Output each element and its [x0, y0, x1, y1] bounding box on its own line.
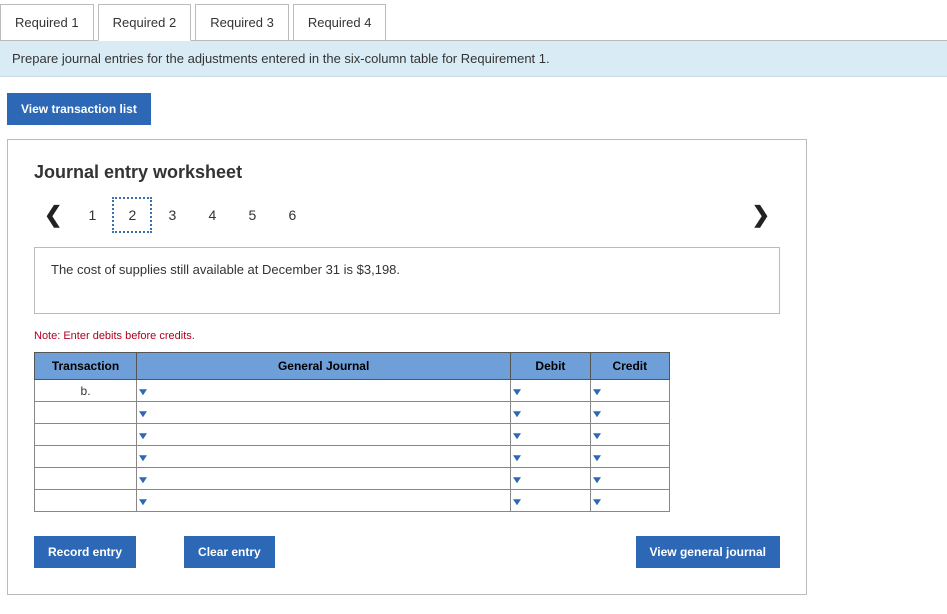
- cell-debit[interactable]: [511, 380, 590, 402]
- cell-credit[interactable]: [590, 446, 669, 468]
- pager-item-5[interactable]: 5: [232, 199, 272, 231]
- pager-item-4[interactable]: 4: [192, 199, 232, 231]
- view-transaction-list-button[interactable]: View transaction list: [7, 93, 151, 125]
- tab-required-1[interactable]: Required 1: [0, 4, 94, 40]
- cell-general-journal[interactable]: [137, 468, 511, 490]
- th-credit: Credit: [590, 353, 669, 380]
- chevron-right-icon[interactable]: ❯: [742, 202, 780, 228]
- table-row: b.: [35, 380, 670, 402]
- note-text: Note: Enter debits before credits.: [34, 330, 780, 342]
- cell-debit[interactable]: [511, 468, 590, 490]
- cell-general-journal[interactable]: [137, 490, 511, 512]
- table-row: [35, 446, 670, 468]
- record-entry-button[interactable]: Record entry: [34, 536, 136, 568]
- view-general-journal-button[interactable]: View general journal: [636, 536, 780, 568]
- cell-general-journal[interactable]: [137, 424, 511, 446]
- th-debit: Debit: [511, 353, 590, 380]
- pager-item-3[interactable]: 3: [152, 199, 192, 231]
- cell-credit[interactable]: [590, 490, 669, 512]
- bottom-button-row: Record entry Clear entry View general jo…: [34, 536, 780, 568]
- cell-transaction[interactable]: [35, 468, 137, 490]
- cell-general-journal[interactable]: [137, 380, 511, 402]
- cell-debit[interactable]: [511, 424, 590, 446]
- tab-required-2[interactable]: Required 2: [98, 4, 192, 41]
- table-row: [35, 468, 670, 490]
- journal-worksheet-panel: Journal entry worksheet ❮ 1 2 3 4 5 6 ❯ …: [7, 139, 807, 595]
- cell-credit[interactable]: [590, 468, 669, 490]
- th-general-journal: General Journal: [137, 353, 511, 380]
- table-row: [35, 490, 670, 512]
- table-row: [35, 402, 670, 424]
- pager-item-1[interactable]: 1: [72, 199, 112, 231]
- worksheet-title: Journal entry worksheet: [34, 162, 780, 183]
- th-transaction: Transaction: [35, 353, 137, 380]
- entry-description: The cost of supplies still available at …: [34, 247, 780, 314]
- cell-transaction[interactable]: b.: [35, 380, 137, 402]
- cell-transaction[interactable]: [35, 490, 137, 512]
- tab-required-4[interactable]: Required 4: [293, 4, 387, 40]
- cell-general-journal[interactable]: [137, 402, 511, 424]
- tab-required-3[interactable]: Required 3: [195, 4, 289, 40]
- cell-credit[interactable]: [590, 380, 669, 402]
- cell-general-journal[interactable]: [137, 446, 511, 468]
- chevron-left-icon[interactable]: ❮: [34, 202, 72, 228]
- cell-transaction[interactable]: [35, 402, 137, 424]
- clear-entry-button[interactable]: Clear entry: [184, 536, 275, 568]
- cell-debit[interactable]: [511, 402, 590, 424]
- instruction-text: Prepare journal entries for the adjustme…: [0, 41, 947, 77]
- cell-transaction[interactable]: [35, 424, 137, 446]
- cell-credit[interactable]: [590, 424, 669, 446]
- requirement-tabs: Required 1 Required 2 Required 3 Require…: [0, 0, 947, 41]
- cell-transaction[interactable]: [35, 446, 137, 468]
- cell-credit[interactable]: [590, 402, 669, 424]
- cell-debit[interactable]: [511, 490, 590, 512]
- pager-item-6[interactable]: 6: [272, 199, 312, 231]
- cell-debit[interactable]: [511, 446, 590, 468]
- entry-pager: ❮ 1 2 3 4 5 6 ❯: [34, 197, 780, 233]
- journal-table: Transaction General Journal Debit Credit…: [34, 352, 670, 512]
- pager-item-2[interactable]: 2: [112, 197, 152, 233]
- table-row: [35, 424, 670, 446]
